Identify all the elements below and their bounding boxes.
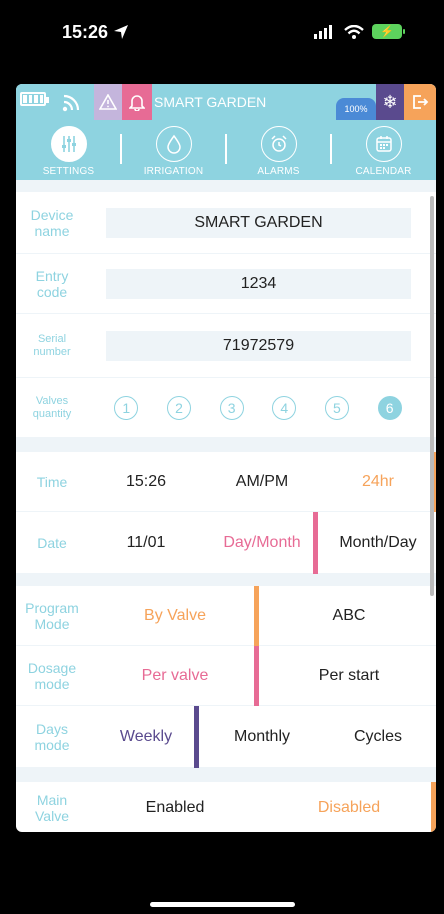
program-mode-row: Program Mode By Valve ABC: [16, 586, 436, 646]
selection-marker: [194, 706, 199, 768]
signal-icon: [62, 94, 80, 112]
days-mode-label: Days mode: [34, 720, 70, 753]
main-valve-label: Main Valve: [35, 791, 69, 824]
tab-divider: [330, 134, 332, 164]
valves-quantity-label: Valves quantity: [32, 394, 72, 420]
days-mode-cycles[interactable]: Cycles: [320, 706, 436, 767]
serial-number-label: Serial number: [33, 332, 71, 358]
bell-icon[interactable]: [122, 84, 152, 120]
dosage-mode-per-valve[interactable]: Per valve: [88, 646, 262, 705]
entry-code-label: Entry code: [35, 267, 69, 300]
valve-option-2[interactable]: 2: [166, 395, 191, 420]
tab-label: IRRIGATION: [143, 166, 204, 177]
main-valve-enabled[interactable]: Enabled: [88, 782, 262, 832]
program-mode-abc[interactable]: ABC: [262, 586, 436, 645]
main-valve-options: Enabled Disabled: [88, 782, 436, 832]
date-row: Date 11/01 Day/Month Month/Day: [16, 512, 436, 574]
entry-code-row: Entry code 1234: [16, 254, 436, 314]
location-arrow-icon: [114, 25, 128, 39]
tab-bar: SETTINGS IRRIGATION ALARMS CALENDAR: [16, 120, 436, 180]
calendar-icon: [365, 126, 402, 162]
tab-settings[interactable]: SETTINGS: [16, 120, 121, 180]
ios-status-bar: 15:26 ⚡: [0, 0, 444, 70]
days-mode-monthly[interactable]: Monthly: [204, 706, 320, 767]
program-mode-options: By Valve ABC: [88, 586, 436, 645]
logout-icon[interactable]: [404, 84, 436, 120]
device-battery-icon: [20, 92, 49, 106]
dosage-mode-options: Per valve Per start: [88, 646, 436, 705]
section-gap: [16, 574, 436, 586]
valve-option-4[interactable]: 4: [272, 395, 297, 420]
time-format-ampm[interactable]: AM/PM: [204, 452, 320, 511]
program-mode-by-valve[interactable]: By Valve: [88, 586, 262, 645]
tab-calendar[interactable]: CALENDAR: [331, 120, 436, 180]
app-title: SMART GARDEN: [154, 94, 267, 110]
home-indicator[interactable]: [150, 902, 295, 907]
ios-status-icons: ⚡: [314, 24, 405, 39]
valve-option-6[interactable]: 6: [377, 395, 402, 420]
valve-option-3[interactable]: 3: [219, 395, 244, 420]
snowflake-icon[interactable]: ❄: [376, 84, 404, 120]
tab-divider: [120, 134, 122, 164]
app-top-bar: SMART GARDEN 100% ❄: [16, 84, 436, 120]
main-valve-row: Main Valve Enabled Disabled: [16, 782, 436, 832]
cellular-signal-icon: [314, 24, 332, 39]
battery-percentage: 100%: [336, 98, 376, 120]
time-value[interactable]: 15:26: [88, 452, 204, 511]
entry-code-field[interactable]: 1234: [106, 268, 411, 299]
tab-divider: [225, 134, 227, 164]
date-label: Date: [37, 534, 67, 551]
days-mode-row: Days mode Weekly Monthly Cycles: [16, 706, 436, 768]
device-name-field[interactable]: SMART GARDEN: [106, 207, 411, 238]
date-format-month-day[interactable]: Month/Day: [320, 512, 436, 573]
app-window: SMART GARDEN 100% ❄ SETTINGS IRRIGATION …: [16, 84, 436, 832]
section-gap: [16, 438, 436, 452]
device-name-row: Device name SMART GARDEN: [16, 192, 436, 254]
battery-charging-icon: ⚡: [372, 24, 405, 39]
section-gap: [16, 180, 436, 192]
main-valve-disabled[interactable]: Disabled: [262, 782, 436, 832]
ios-time: 15:26: [62, 22, 109, 42]
section-gap: [16, 768, 436, 782]
date-value[interactable]: 11/01: [88, 512, 204, 573]
tab-label: CALENDAR: [355, 166, 412, 177]
valves-selector: 1 2 3 4 5 6: [88, 395, 436, 420]
serial-number-field: 71972579: [106, 330, 411, 361]
tab-irrigation[interactable]: IRRIGATION: [121, 120, 226, 180]
tab-label: ALARMS: [257, 166, 300, 177]
selection-marker: [254, 586, 259, 646]
wifi-icon: [344, 24, 364, 39]
days-mode-options: Weekly Monthly Cycles: [88, 706, 436, 767]
device-name-label: Device name: [30, 206, 74, 239]
date-options: 11/01 Day/Month Month/Day: [88, 512, 436, 573]
dosage-mode-row: Dosage mode Per valve Per start: [16, 646, 436, 706]
selection-marker: [431, 782, 436, 832]
time-row: Time 15:26 AM/PM 24hr: [16, 452, 436, 512]
valve-option-5[interactable]: 5: [324, 395, 349, 420]
program-mode-label: Program Mode: [25, 599, 79, 632]
valves-quantity-row: Valves quantity 1 2 3 4 5 6: [16, 378, 436, 438]
time-format-24hr[interactable]: 24hr: [320, 452, 436, 511]
valve-option-1[interactable]: 1: [114, 395, 139, 420]
days-mode-weekly[interactable]: Weekly: [88, 706, 204, 767]
selection-marker: [313, 512, 318, 574]
date-format-day-month[interactable]: Day/Month: [204, 512, 320, 573]
dosage-mode-per-start[interactable]: Per start: [262, 646, 436, 705]
scrollbar[interactable]: [430, 196, 434, 596]
time-label: Time: [36, 473, 68, 490]
sliders-icon: [50, 126, 87, 162]
time-options: 15:26 AM/PM 24hr: [88, 452, 436, 511]
dosage-mode-label: Dosage mode: [27, 659, 77, 692]
tab-label: SETTINGS: [42, 166, 95, 177]
water-drop-icon: [155, 126, 192, 162]
selection-marker: [254, 646, 259, 706]
alarm-clock-icon: [260, 126, 297, 162]
tab-alarms[interactable]: ALARMS: [226, 120, 331, 180]
warning-icon[interactable]: [94, 84, 122, 120]
serial-number-row: Serial number 71972579: [16, 314, 436, 378]
